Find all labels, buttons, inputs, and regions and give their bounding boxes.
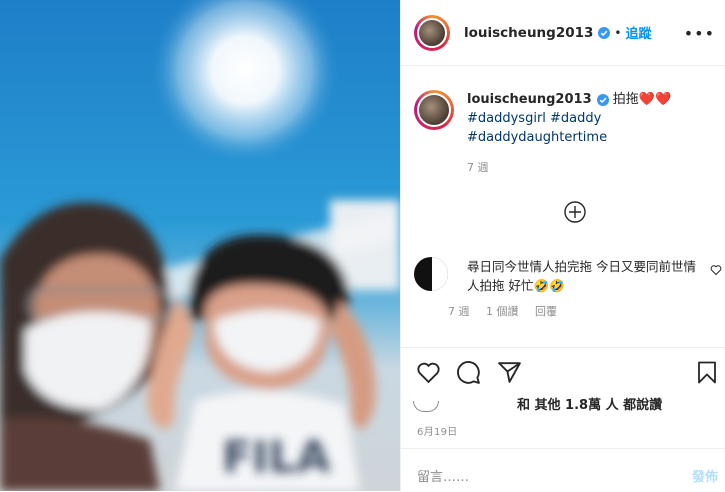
likes-summary[interactable]: 和 其他 1.8萬 人 都說讚 [413,394,662,413]
comment-time[interactable]: 7 週 [448,305,470,318]
verified-badge-icon [596,93,609,106]
follow-button[interactable]: 追蹤 [625,23,651,42]
caption-time[interactable]: 7 週 [467,158,707,177]
comment-icon[interactable] [456,360,481,385]
hashtags-line2[interactable]: #daddydaughtertime [467,130,607,145]
post-date[interactable]: 6月19日 [417,423,458,438]
caption-text: 拍拖❤️❤️ [612,92,672,107]
caption-avatar[interactable] [414,90,454,130]
author-avatar[interactable] [414,14,450,51]
comment-likes[interactable]: 1 個讚 [486,305,519,318]
comment-text: 尋日同今世情人拍完拖 今日又要同前世情人拍拖 好忙🤣🤣 [467,259,696,293]
shirt-logo: FILA [222,432,331,483]
bookmark-icon[interactable] [695,360,719,385]
comment-input[interactable]: 留言…… [417,466,469,485]
action-bar [401,347,725,398]
hashtags-line1[interactable]: #daddysgirl #daddy [467,111,601,126]
post-comment-button[interactable]: 發佈 [692,466,718,485]
post-side-panel: louischeung2013 • 追蹤 ••• louischeung2013… [400,0,725,491]
caption-username[interactable]: louischeung2013 [467,92,592,107]
comment-item: 尋日同今世情人拍完拖 今日又要同前世情人拍拖 好忙🤣🤣 7 週 1 個讚 回覆 [414,257,719,319]
separator-dot: • [614,25,622,40]
liker-avatar[interactable] [413,401,439,412]
caption: louischeung2013 拍拖❤️❤️ #daddysgirl #dadd… [414,90,707,177]
post-header: louischeung2013 • 追蹤 ••• [401,0,725,66]
reply-button[interactable]: 回覆 [535,305,557,318]
comment-box: 留言…… 發佈 [401,448,725,492]
verified-badge-icon [598,26,611,39]
commenter-avatar[interactable] [414,257,448,291]
post-photo[interactable]: FILA [0,0,400,491]
comment-heart-icon[interactable] [710,264,722,276]
more-icon[interactable]: ••• [684,24,715,43]
author-username[interactable]: louischeung2013 [464,25,593,41]
share-icon[interactable] [497,360,522,385]
heart-icon[interactable] [416,360,441,385]
plus-circle-icon[interactable] [564,201,586,223]
